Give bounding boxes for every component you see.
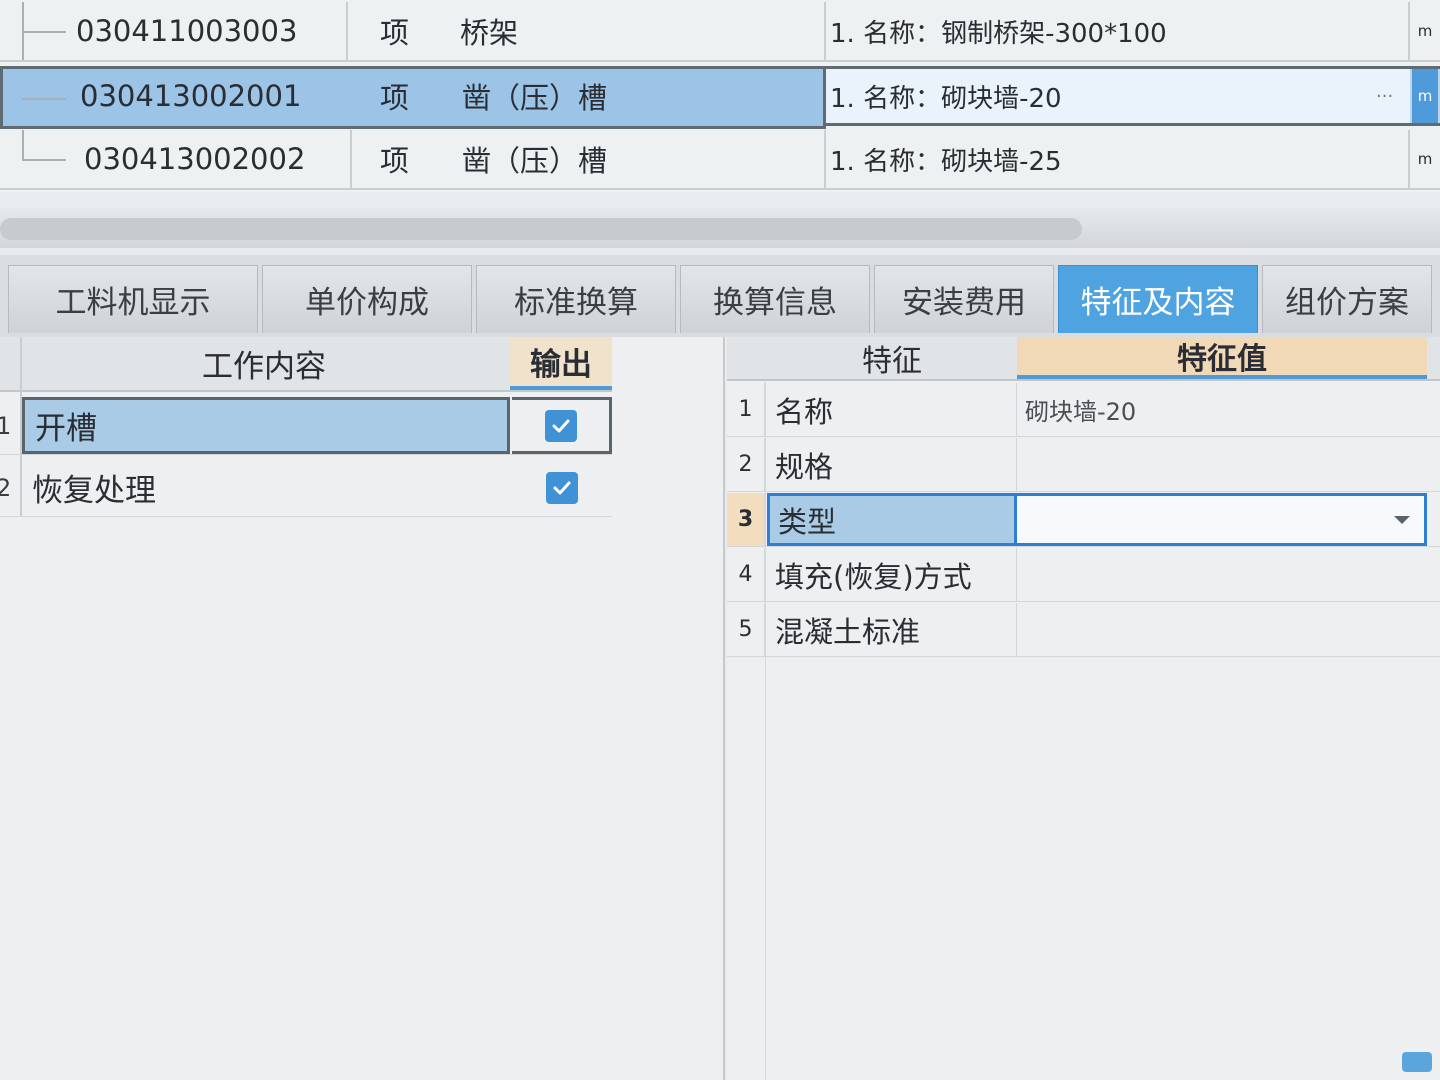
row-number: 4 [727,548,765,601]
feature-name: 规格 [767,438,1017,491]
list-row[interactable]: 030411003003 项 桥架 1. 名称：钢制桥架-300*100 m [0,2,1440,62]
item-name: 凿（压）槽 [462,81,608,115]
item-unit: 项 [380,81,410,115]
item-measure-unit: m [1417,22,1433,40]
row-number: 3 [727,493,765,546]
feature-row[interactable]: 2 规格 [727,438,1440,492]
feature-name: 混凝土标准 [767,603,1017,656]
column-divider [346,2,348,60]
tab-labor-material-machine[interactable]: 工料机显示 [8,265,258,333]
item-name: 桥架 [460,16,519,50]
tab-unit-price-composition[interactable]: 单价构成 [262,265,472,333]
item-name: 凿（压）槽 [462,144,608,178]
item-feature: 1. 名称：钢制桥架-300*100 [830,18,1167,49]
features-header: 特征 特征值 [727,337,1440,381]
tree-line [22,130,24,160]
work-content-header: 工作内容 输出 [0,337,612,392]
item-unit: 项 [380,144,410,178]
work-content-row[interactable]: 1 开槽 [0,397,612,455]
item-unit: 项 [380,16,410,50]
checkmark-icon [553,481,571,494]
tree-line [22,159,66,161]
checkmark-icon [552,419,569,432]
output-checkbox[interactable] [546,471,578,504]
feature-row-selected[interactable]: 3 类型 [727,493,1440,547]
tab-features-and-content[interactable]: 特征及内容 [1058,265,1258,333]
tab-conversion-info[interactable]: 换算信息 [680,265,870,333]
column-header-output[interactable]: 输出 [510,337,612,390]
column-divider [1408,130,1410,188]
row-number: 1 [0,411,12,440]
column-divider [350,130,352,188]
item-measure-unit: m [1417,150,1433,168]
work-content-panel: 工作内容 输出 1 开槽 2 恢复处理 [0,337,725,1080]
feature-name: 名称 [767,383,1017,436]
tab-pricing-scheme[interactable]: 组价方案 [1262,265,1432,333]
list-row[interactable]: 030413002002 项 凿（压）槽 1. 名称：砌块墙-25 m [0,130,1440,190]
row-number: 2 [0,473,12,502]
feature-value[interactable] [1017,603,1427,656]
feature-row[interactable]: 4 填充(恢复)方式 [727,548,1440,602]
item-measure-unit: m [1412,69,1438,123]
work-content-row[interactable]: 2 恢复处理 [0,459,612,517]
row-number: 5 [727,603,765,656]
column-divider [824,2,826,60]
output-cell[interactable] [512,459,612,516]
detail-tab-bar: 工料机显示 单价构成 标准换算 换算信息 安装费用 特征及内容 组价方案 [0,255,1440,337]
feature-row[interactable]: 5 混凝土标准 [727,603,1440,657]
scrollbar-thumb[interactable] [0,218,1082,240]
more-button[interactable]: ··· [1376,69,1393,123]
chevron-down-icon[interactable] [1394,516,1410,524]
item-feature: 1. 名称：砌块墙-20 [830,83,1062,114]
item-code: 030413002002 [84,142,306,176]
column-divider [824,130,826,188]
feature-row[interactable]: 1 名称 砌块墙-20 [727,383,1440,437]
column-header-feature-value[interactable]: 特征值 [1017,337,1427,379]
horizontal-scrollbar[interactable] [0,208,1440,248]
list-row-selected[interactable]: 030413002001 项 凿（压）槽 1. 名称：砌块墙-20 ··· m [0,66,1440,129]
feature-value[interactable]: 砌块墙-20 [1017,383,1427,436]
row-number: 2 [727,438,765,491]
work-content-text[interactable]: 开槽 [22,397,510,454]
column-header-work-content[interactable]: 工作内容 [20,337,508,390]
corner-indicator [1402,1052,1432,1072]
column-header-feature[interactable]: 特征 [767,337,1017,379]
feature-value-dropdown[interactable] [1017,493,1427,546]
row-number: 1 [727,383,765,436]
output-checkbox[interactable] [544,409,577,442]
output-cell[interactable] [512,397,612,454]
bill-item-list: 030411003003 项 桥架 1. 名称：钢制桥架-300*100 m 0… [0,0,1440,192]
features-panel: 特征 特征值 1 名称 砌块墙-20 2 规格 3 类型 4 填充(恢复)方式 … [727,337,1440,1080]
item-feature: 1. 名称：砌块墙-25 [830,146,1062,177]
feature-value[interactable] [1017,548,1427,601]
item-code: 030413002001 [80,79,302,113]
tab-installation-cost[interactable]: 安装费用 [874,265,1054,333]
tree-line [22,98,66,100]
feature-name: 类型 [767,493,1017,546]
work-content-text[interactable]: 恢复处理 [22,459,510,516]
tree-line [22,31,66,33]
tab-standard-conversion[interactable]: 标准换算 [476,265,676,333]
column-divider [1408,2,1410,60]
feature-value[interactable] [1017,438,1427,491]
item-code: 030411003003 [76,14,298,48]
feature-name: 填充(恢复)方式 [767,548,1017,601]
